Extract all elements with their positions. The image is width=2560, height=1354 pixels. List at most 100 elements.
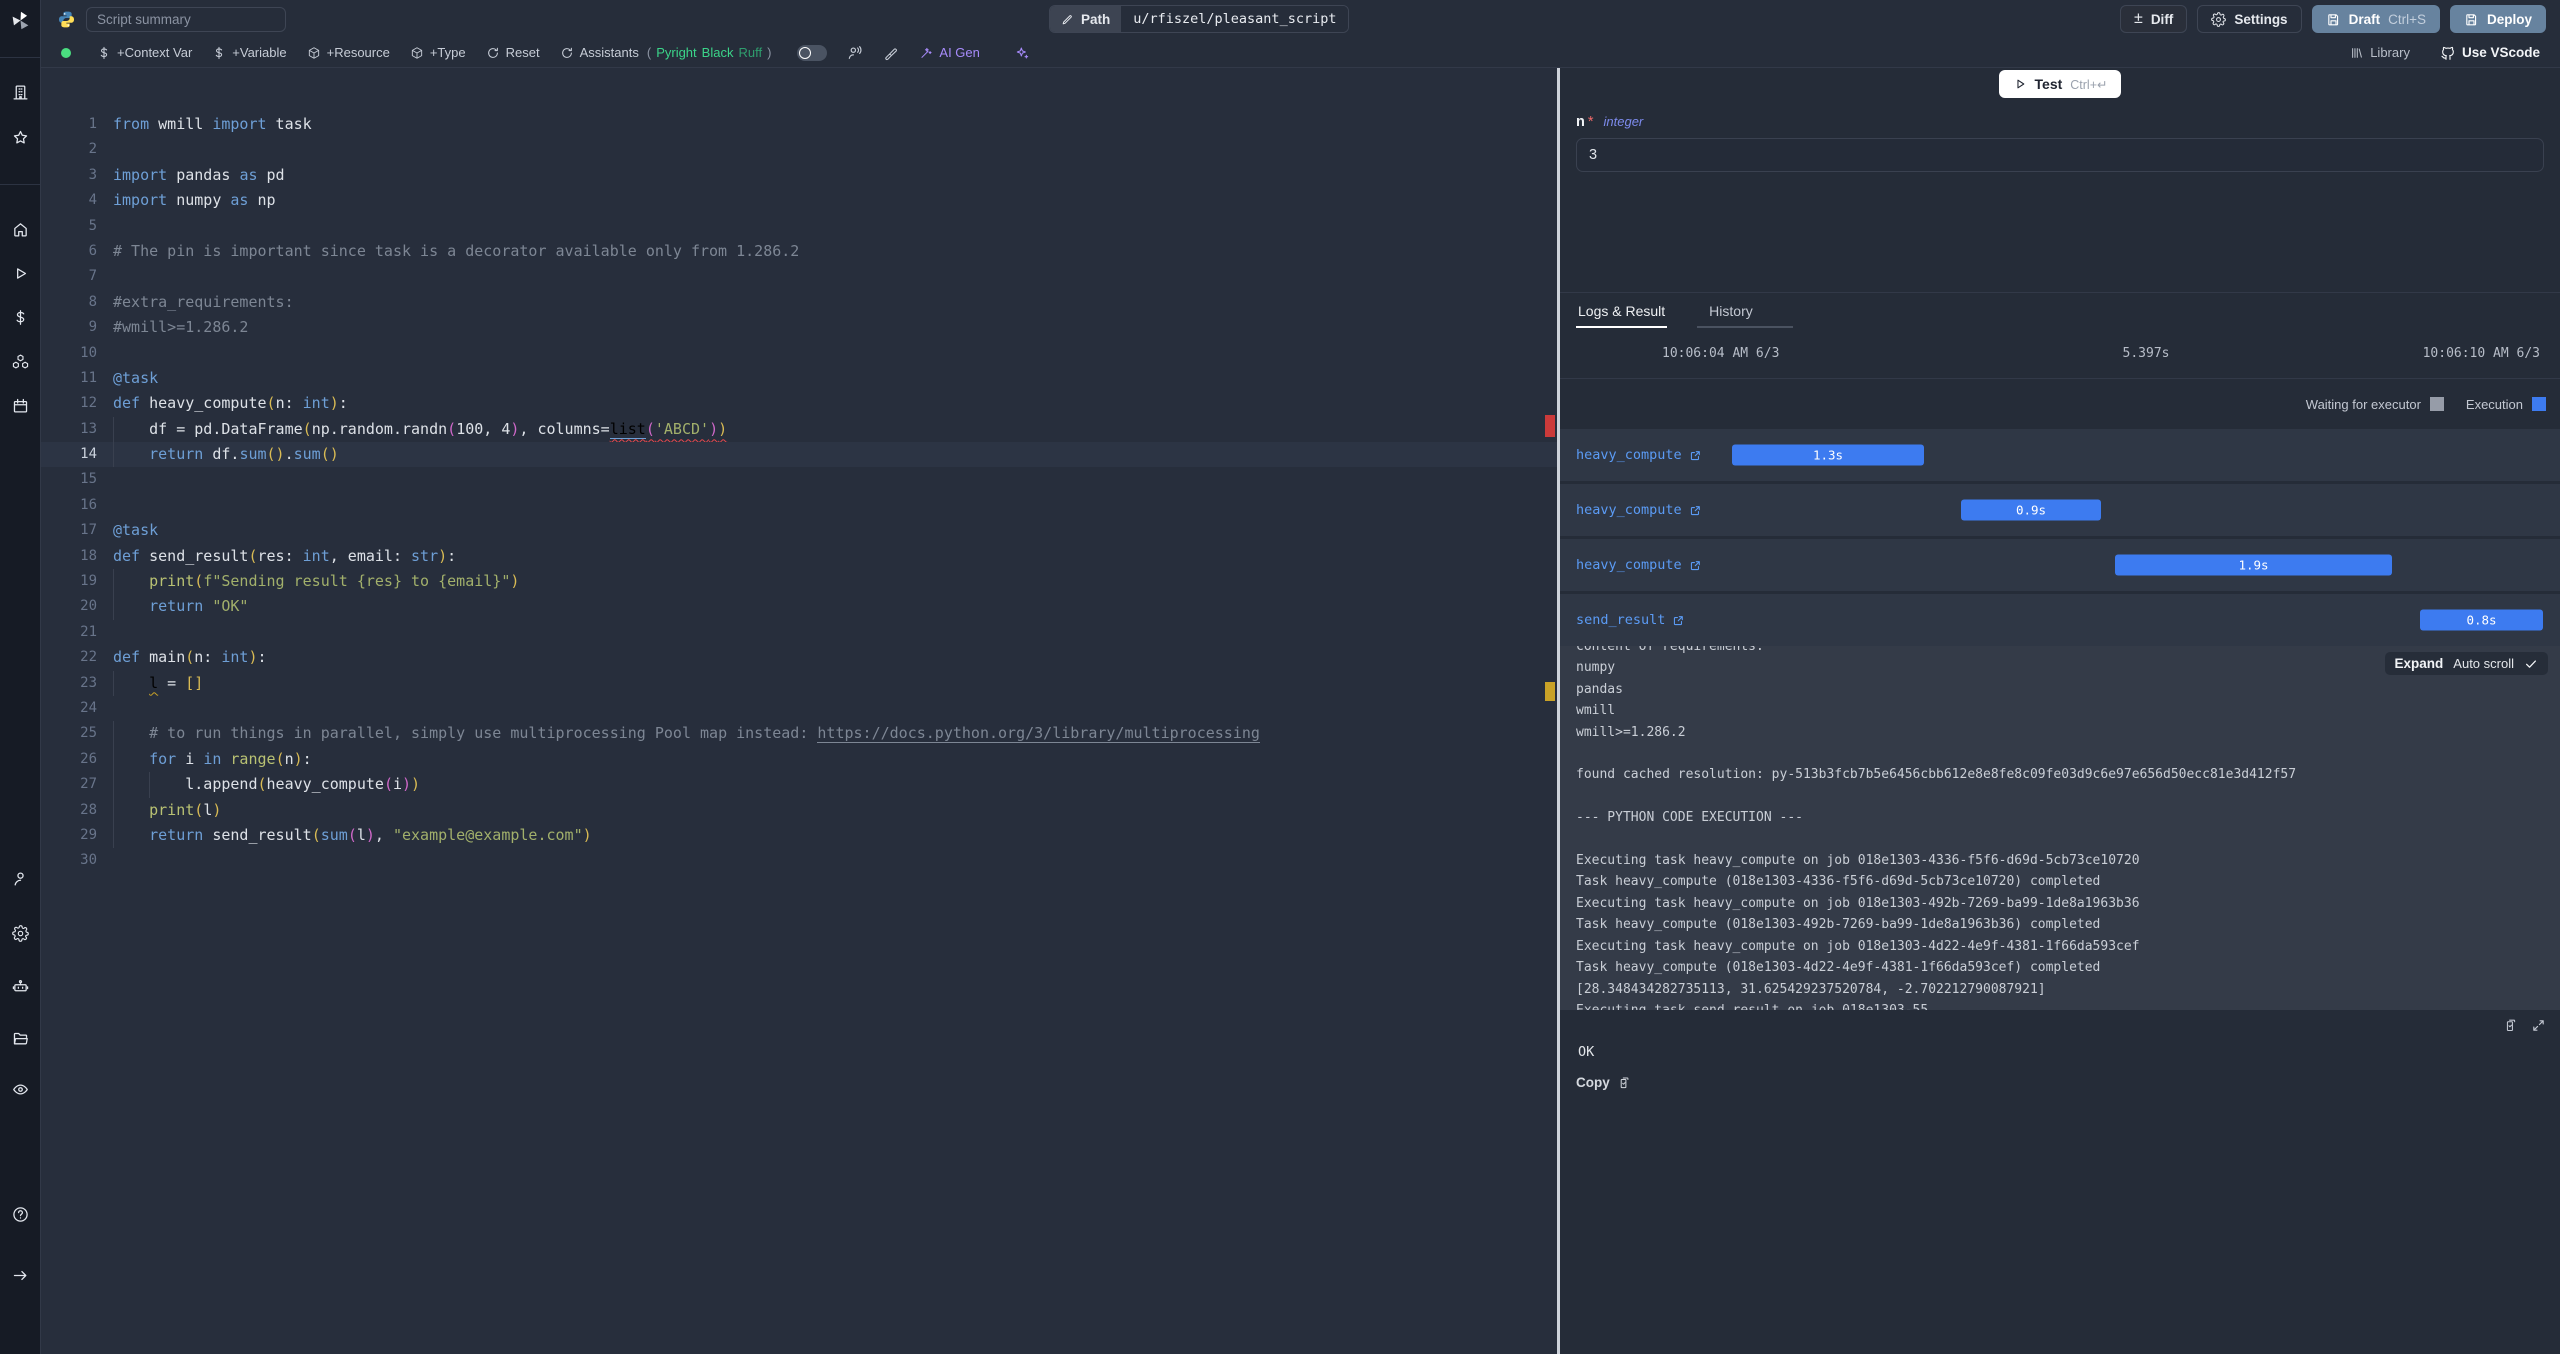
code-line[interactable]: 21	[41, 620, 1557, 645]
code-text: #wmill>=1.286.2	[113, 318, 249, 337]
code-line[interactable]: 6 # The pin is important since task is a …	[41, 239, 1557, 264]
expand-sidebar-arrow-icon[interactable]	[12, 1267, 29, 1284]
code-line[interactable]: 1 from wmill import task	[41, 112, 1557, 137]
line-number: 8	[88, 293, 97, 310]
script-summary-input[interactable]	[86, 6, 286, 32]
ai-gen-button[interactable]: AI Gen	[919, 45, 980, 60]
code-line[interactable]: 9 #wmill>=1.286.2	[41, 315, 1557, 340]
code-line[interactable]: 5	[41, 214, 1557, 239]
test-button[interactable]: Test Ctrl+↵	[1998, 70, 2122, 98]
task-link[interactable]: heavy_compute	[1576, 502, 1702, 518]
add-resource-button[interactable]: +Resource	[307, 45, 390, 60]
code-line[interactable]: 30	[41, 848, 1557, 873]
code-line[interactable]: 12 def heavy_compute(n: int):	[41, 391, 1557, 416]
home-icon[interactable]	[12, 221, 29, 238]
assistants-button[interactable]: Assistants (Pyright Black Ruff)	[560, 45, 771, 60]
use-vscode-button[interactable]: Use VScode	[2440, 45, 2540, 61]
library-button[interactable]: Library	[2350, 45, 2410, 60]
code-line[interactable]: 26 for i in range(n):	[41, 746, 1557, 773]
format-brush-icon[interactable]	[883, 45, 899, 61]
code-line[interactable]: 11 @task	[41, 366, 1557, 391]
code-line[interactable]: 29 return send_result(sum(l), "example@e…	[41, 822, 1557, 849]
task-link[interactable]: heavy_compute	[1576, 557, 1702, 573]
settings-gear-icon[interactable]	[11, 925, 29, 942]
code-line[interactable]: 27 l.append(heavy_compute(i))	[41, 772, 1557, 798]
expand-logs-button[interactable]: Expand	[2395, 656, 2444, 671]
tab-history[interactable]: History	[1697, 295, 1793, 328]
code-line[interactable]: 23 l = []	[41, 670, 1557, 696]
line-number: 2	[88, 141, 97, 158]
code-line[interactable]: 25 # to run things in parallel, simply u…	[41, 721, 1557, 747]
multiplayer-users-icon[interactable]	[847, 45, 863, 61]
code-line[interactable]: 14 return df.sum().sum()	[41, 442, 1557, 468]
code-line[interactable]: 18 def send_result(res: int, email: str):	[41, 544, 1557, 569]
code-line[interactable]: 15	[41, 467, 1557, 492]
user-icon[interactable]	[12, 870, 29, 887]
copy-result-button[interactable]: Copy	[1576, 1075, 1632, 1090]
code-line[interactable]: 16	[41, 493, 1557, 518]
audit-eye-icon[interactable]	[12, 1081, 29, 1098]
toggle-knob	[799, 46, 812, 59]
argument-n-input[interactable]	[1576, 138, 2544, 172]
code-line[interactable]: 4 import numpy as np	[41, 188, 1557, 213]
indent-guide	[113, 416, 114, 443]
favorites-star-icon[interactable]	[12, 129, 29, 146]
line-number: 10	[80, 344, 97, 361]
sparkles-plus-icon[interactable]	[1014, 45, 1030, 61]
reset-button[interactable]: Reset	[486, 45, 540, 60]
code-line[interactable]: 28 print(l)	[41, 797, 1557, 823]
code-text: def heavy_compute(n: int):	[113, 394, 348, 413]
code-line[interactable]: 17 @task	[41, 518, 1557, 543]
add-type-button[interactable]: +Type	[410, 45, 466, 60]
task-link[interactable]: send_result	[1576, 612, 1685, 628]
diff-button[interactable]: ± Diff	[2120, 5, 2188, 33]
code-line[interactable]: 7	[41, 264, 1557, 289]
logs-viewer[interactable]: content of requirements: numpy pandas wmill…	[1560, 646, 2560, 1010]
code-text: return send_result(sum(l), "example@exam…	[149, 825, 592, 844]
copy-logs-clipboard-icon[interactable]	[2504, 1018, 2519, 1033]
result-header	[1560, 1010, 2560, 1040]
folders-icon[interactable]	[12, 1030, 29, 1047]
deploy-button[interactable]: Deploy	[2449, 5, 2546, 33]
line-number: 24	[80, 699, 97, 716]
code-editor[interactable]: 1 from wmill import task 2 3 import pandas a…	[41, 68, 1557, 1354]
draft-button[interactable]: Draft Ctrl+S	[2311, 5, 2440, 33]
resources-cubes-icon[interactable]	[12, 353, 29, 370]
add-variable-button[interactable]: +Variable	[212, 45, 287, 60]
code-line[interactable]: 19 print(f"Sending result {res} to {emai…	[41, 569, 1557, 595]
code-text: df = pd.DataFrame(np.random.randn(100, 4…	[113, 419, 728, 439]
code-text: from wmill import task	[113, 115, 312, 133]
code-line[interactable]: 2	[41, 137, 1557, 162]
code-line[interactable]: 24	[41, 696, 1557, 721]
code-line[interactable]: 13 df = pd.DataFrame(np.random.randn(100…	[41, 416, 1557, 443]
runs-play-icon[interactable]	[12, 265, 29, 282]
path-control[interactable]: Path u/rfiszel/pleasant_script	[1049, 5, 1350, 33]
task-link[interactable]: heavy_compute	[1576, 447, 1702, 463]
settings-button[interactable]: Settings	[2197, 5, 2302, 33]
package-icon	[307, 46, 321, 60]
add-context-var-button[interactable]: +Context Var	[97, 45, 192, 60]
code-line[interactable]: 22 def main(n: int):	[41, 645, 1557, 670]
code-area[interactable]: 1 from wmill import task 2 3 import pandas a…	[41, 68, 1557, 874]
workspace-building-icon[interactable]	[12, 84, 29, 101]
schedules-calendar-icon[interactable]	[12, 397, 29, 414]
code-line[interactable]: 3 import pandas as pd	[41, 163, 1557, 188]
copy-row: Copy	[1576, 1074, 2560, 1092]
code-text: #extra_requirements:	[113, 292, 294, 311]
code-line[interactable]: 20 return "OK"	[41, 594, 1557, 620]
fullscreen-icon[interactable]	[2531, 1018, 2546, 1033]
path-chip[interactable]: Path	[1050, 6, 1122, 32]
workers-robot-icon[interactable]	[12, 978, 29, 995]
indent-guide	[113, 594, 114, 620]
code-line[interactable]: 10	[41, 341, 1557, 366]
help-icon[interactable]	[12, 1206, 29, 1223]
github-icon	[2440, 45, 2456, 61]
result-value: OK	[1578, 1044, 1595, 1060]
diff-mode-toggle[interactable]	[797, 44, 828, 61]
autoscroll-toggle[interactable]: Auto scroll	[2453, 656, 2514, 671]
variables-dollar-icon[interactable]	[12, 309, 29, 326]
tab-logs-result[interactable]: Logs & Result	[1576, 295, 1668, 328]
windmill-logo-icon[interactable]	[10, 10, 31, 31]
code-line[interactable]: 8 #extra_requirements:	[41, 290, 1557, 315]
